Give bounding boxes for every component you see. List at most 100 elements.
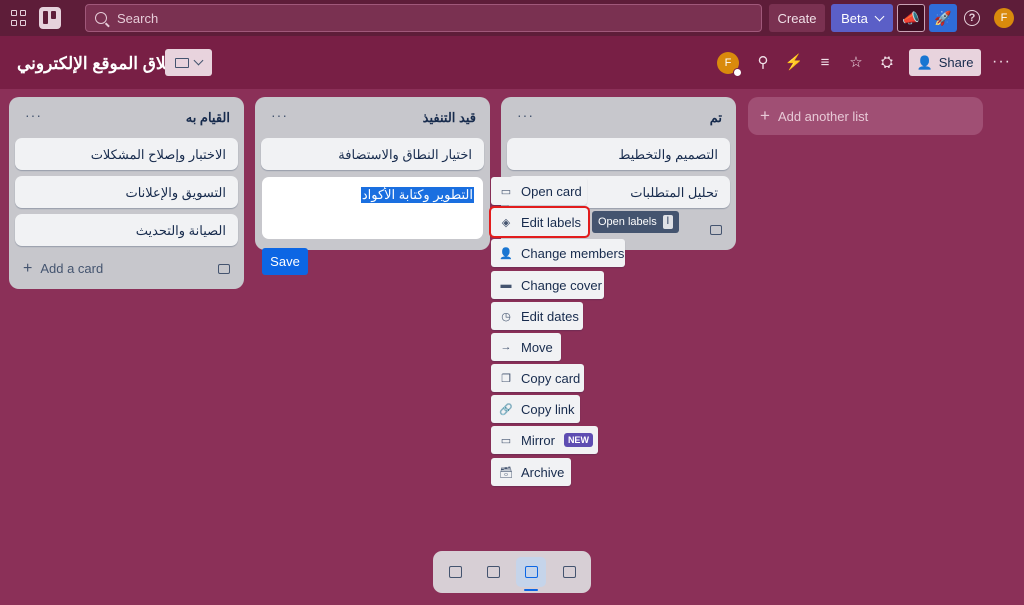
menu-label: Open card: [521, 183, 582, 199]
inbox-view-button[interactable]: [440, 557, 470, 587]
change-cover-button[interactable]: ▬ Change cover: [491, 271, 604, 299]
help-icon[interactable]: ?: [964, 10, 980, 26]
card[interactable]: الصيانة والتحديث: [15, 214, 238, 246]
plus-icon: +: [23, 260, 33, 277]
edit-labels-button[interactable]: ◈ Edit labels: [489, 206, 590, 238]
search-input[interactable]: [117, 10, 717, 26]
rocket-icon[interactable]: 🚀: [929, 4, 957, 32]
power-ups-icon[interactable]: ⚲: [753, 53, 773, 73]
menu-label: Edit dates: [521, 308, 579, 324]
board-view-switcher[interactable]: [165, 49, 212, 76]
top-navigation-bar: Create Beta 📣 🚀 ? F: [0, 0, 1024, 36]
share-label: Share: [938, 55, 974, 70]
plus-icon: +: [760, 106, 770, 125]
search-box[interactable]: [85, 4, 762, 32]
menu-label: Mirror: [521, 432, 555, 448]
automation-icon[interactable]: ⚡: [784, 53, 804, 73]
menu-label: Copy link: [521, 401, 575, 417]
filter-icon[interactable]: ≡: [815, 53, 835, 73]
megaphone-icon[interactable]: 📣: [897, 4, 925, 32]
copy-card-button[interactable]: ❐ Copy card: [491, 364, 584, 392]
copy-link-button[interactable]: 🔗 Copy link: [491, 395, 580, 423]
copy-icon: ❐: [501, 372, 511, 385]
app-switcher-icon[interactable]: [11, 10, 27, 26]
list-title[interactable]: تم: [710, 110, 722, 126]
list-title[interactable]: قيد التنفيذ: [423, 110, 476, 126]
label-icon: ◈: [501, 216, 511, 229]
edit-dates-button[interactable]: ◷ Edit dates: [491, 302, 583, 330]
shortcut-tooltip: Open labels l: [592, 211, 679, 233]
card-template-icon[interactable]: [218, 264, 230, 274]
link-icon: 🔗: [499, 403, 513, 416]
open-card-button[interactable]: ▭ Open card: [491, 177, 587, 205]
menu-label: Edit labels: [521, 214, 581, 230]
view-switcher-bar: [433, 551, 591, 593]
card-edit-textarea[interactable]: التطوير وكتابة الأكواد: [262, 177, 483, 239]
board-columns-icon: [524, 566, 538, 578]
add-person-icon: 👤: [916, 54, 933, 70]
mirror-icon: ▭: [500, 434, 512, 447]
menu-label: Change cover: [521, 277, 602, 293]
menu-label: Change members: [521, 245, 625, 261]
save-button[interactable]: Save: [262, 248, 308, 275]
keyboard-shortcut: l: [662, 215, 673, 229]
add-card-button[interactable]: + Add a card: [23, 260, 104, 277]
list-actions-icon[interactable]: ···: [517, 107, 534, 123]
search-icon: [95, 12, 107, 24]
card[interactable]: التسويق والإعلانات: [15, 176, 238, 208]
calendar-icon: [486, 566, 500, 578]
board-title[interactable]: إطلاق الموقع الإلكتروني: [17, 54, 184, 74]
card[interactable]: الاختبار وإصلاح المشكلات: [15, 138, 238, 170]
menu-label: Archive: [521, 464, 565, 480]
list-title[interactable]: القيام به: [186, 110, 230, 126]
list-header: ··· تم: [501, 97, 736, 137]
trello-logo[interactable]: [39, 7, 61, 29]
selected-card-text[interactable]: التطوير وكتابة الأكواد: [360, 187, 474, 203]
chevron-down-icon: [874, 11, 885, 21]
beta-button[interactable]: Beta: [831, 4, 893, 32]
account-avatar[interactable]: F: [994, 8, 1014, 28]
share-button[interactable]: 👤 Share: [909, 49, 981, 76]
list-header: ··· القيام به: [9, 97, 244, 137]
mirror-button[interactable]: ▭ Mirror NEW: [491, 426, 598, 454]
list-todo: ··· القيام به الاختبار وإصلاح المشكلات ا…: [9, 97, 244, 289]
board-header: إطلاق الموقع الإلكتروني F ⚲ ⚡ ≡ ☆ ⛭ 👤 Sh…: [0, 36, 1024, 89]
archive-button[interactable]: 🗃 Archive: [491, 458, 571, 486]
arrow-right-icon: →: [500, 341, 512, 353]
menu-label: Copy card: [521, 370, 581, 386]
star-icon[interactable]: ☆: [846, 53, 866, 73]
add-list-label: Add another list: [777, 108, 869, 124]
switch-board-icon: [562, 566, 576, 578]
add-list-button[interactable]: + Add another list: [748, 97, 983, 135]
menu-label: Move: [521, 339, 553, 355]
chevron-down-icon: [193, 55, 204, 66]
card[interactable]: اختيار النطاق والاستضافة: [261, 138, 484, 170]
add-card-label: Add a card: [40, 261, 104, 276]
board-menu-icon[interactable]: ···: [992, 53, 1011, 71]
list-actions-icon[interactable]: ···: [271, 107, 288, 123]
beta-label: Beta: [841, 10, 868, 26]
person-icon: 👤: [499, 247, 513, 260]
board-view-button[interactable]: [516, 557, 546, 591]
visibility-icon[interactable]: ⛭: [877, 53, 897, 73]
new-badge: NEW: [563, 433, 593, 447]
planner-view-button[interactable]: [478, 557, 508, 587]
board-icon: [175, 57, 189, 68]
change-members-button[interactable]: 👤 Change members: [491, 239, 625, 267]
member-avatar[interactable]: F: [717, 52, 742, 77]
list-header: ··· قيد التنفيذ: [255, 97, 490, 137]
switch-boards-button[interactable]: [554, 557, 584, 587]
card-template-icon[interactable]: [710, 225, 722, 235]
member-avatar-initial: F: [724, 57, 732, 69]
list-actions-icon[interactable]: ···: [25, 107, 42, 123]
card[interactable]: التصميم والتخطيط: [507, 138, 730, 170]
clock-icon: ◷: [501, 310, 511, 323]
admin-badge-icon: [733, 68, 742, 77]
move-button[interactable]: → Move: [491, 333, 561, 361]
inbox-icon: [448, 566, 462, 578]
archive-icon: 🗃: [499, 466, 513, 479]
create-button[interactable]: Create: [769, 4, 825, 32]
tooltip-label: Open labels: [598, 216, 657, 228]
cover-icon: ▬: [500, 279, 512, 291]
card-icon: ▭: [500, 185, 512, 198]
